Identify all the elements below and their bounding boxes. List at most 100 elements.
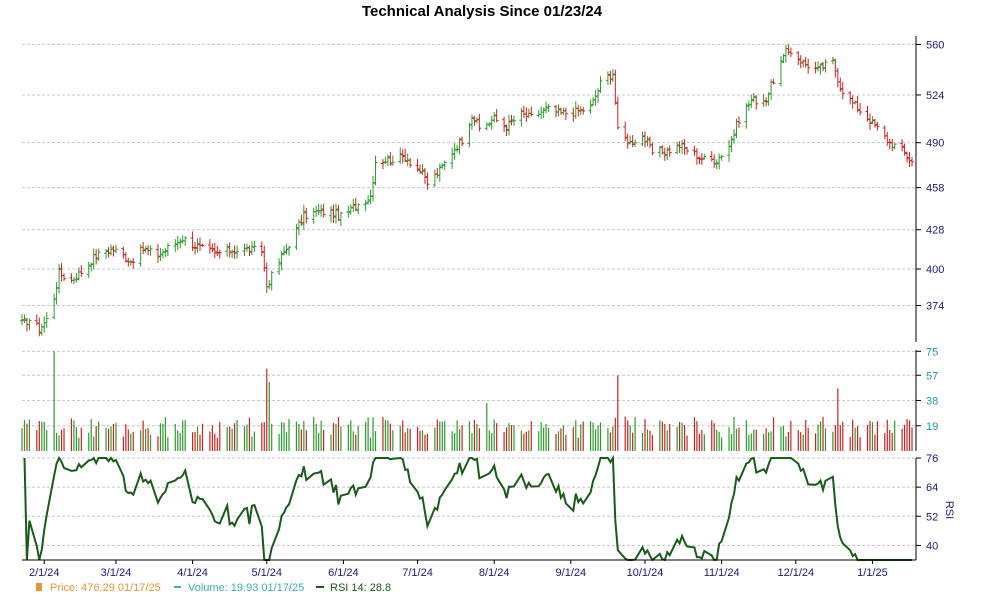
price-bar <box>74 273 79 283</box>
rsi-tick-label: 52 <box>926 511 938 523</box>
rsi-panel: 40 52 64 76 RSI <box>22 453 955 562</box>
price-bar <box>729 136 734 153</box>
x-tick-label: 8/1/24 <box>479 567 510 579</box>
price-bar <box>615 96 620 130</box>
price-bar <box>887 138 892 150</box>
price-bar <box>818 63 823 75</box>
x-tick-label: 5/1/24 <box>251 567 282 579</box>
price-bar <box>71 276 76 285</box>
price-tick-label: 560 <box>926 39 944 51</box>
price-bar <box>588 99 593 115</box>
price-bar <box>42 316 47 333</box>
price-bar <box>890 139 895 152</box>
price-bar <box>823 59 828 73</box>
legend-label: Volume: 19.93 01/17/25 <box>188 582 304 594</box>
price-bar <box>556 104 561 117</box>
price-bar <box>235 245 240 259</box>
price-bar <box>541 107 546 118</box>
price-bar <box>529 106 534 117</box>
price-bar <box>605 71 610 85</box>
price-bar <box>835 67 840 88</box>
x-tick-label: 11/1/24 <box>704 567 740 579</box>
chart-title: Technical Analysis Since 01/23/24 <box>362 3 603 20</box>
price-bar <box>329 206 334 223</box>
price-bar <box>450 147 455 169</box>
price-bar <box>385 154 390 166</box>
price-bar <box>539 106 544 119</box>
price-bar <box>173 239 178 252</box>
price-bar <box>227 242 232 258</box>
price-bar <box>163 248 168 258</box>
price-bar <box>467 122 472 148</box>
price-bar <box>717 153 722 170</box>
price-bar <box>816 61 821 72</box>
price-bar <box>477 113 482 132</box>
legend-label: Price: 476.29 01/17/25 <box>50 582 161 594</box>
price-bar <box>806 58 811 74</box>
price-tick-label: 374 <box>926 301 944 313</box>
price-tick-label: 490 <box>926 138 944 150</box>
price-bar <box>79 265 84 277</box>
price-bar <box>242 243 247 257</box>
price-bar <box>761 94 766 107</box>
price-bar <box>390 155 395 166</box>
price-bar <box>69 273 74 283</box>
price-bar <box>91 248 96 270</box>
price-bar <box>442 160 447 171</box>
price-bar <box>54 281 59 305</box>
price-bar <box>403 148 408 163</box>
price-bar <box>630 135 635 148</box>
price-bar <box>230 249 235 259</box>
price-bar <box>121 246 126 259</box>
price-bar <box>259 241 264 257</box>
legend-item: Price: 476.29 01/17/25 <box>36 582 161 594</box>
price-bar <box>511 115 516 126</box>
price-bar <box>225 243 230 257</box>
price-bar <box>143 246 148 253</box>
price-bar <box>484 122 489 131</box>
price-bar <box>469 114 474 131</box>
price-bar <box>131 257 136 269</box>
price-bar <box>141 241 146 255</box>
price-bar <box>640 131 645 146</box>
price-bar <box>786 44 791 55</box>
price-bar <box>613 69 618 105</box>
price-bar <box>457 137 462 155</box>
price-bar <box>331 204 336 224</box>
rsi-tick-label: 64 <box>926 482 938 494</box>
price-bar <box>195 238 200 253</box>
price-bar <box>571 107 576 122</box>
price-bar <box>311 207 316 224</box>
price-bar <box>435 168 440 179</box>
price-bar <box>766 92 771 106</box>
price-bar <box>380 159 385 170</box>
price-bar <box>348 204 353 215</box>
price-bar <box>840 81 845 99</box>
price-bar <box>351 199 356 212</box>
price-tick-label: 428 <box>926 225 944 237</box>
price-bar <box>113 244 118 254</box>
price-bar <box>148 245 153 256</box>
price-bar <box>858 103 863 116</box>
price-bar <box>316 203 321 216</box>
price-bar <box>821 62 825 72</box>
price-bar <box>301 204 306 230</box>
price-bar <box>910 156 914 167</box>
price-bar <box>692 145 697 157</box>
price-bar <box>783 44 788 63</box>
rsi-axis-label: RSI <box>943 501 955 519</box>
price-bar <box>363 199 368 212</box>
price-bar <box>576 104 581 117</box>
price-bar <box>650 142 655 156</box>
price-bar <box>764 97 769 107</box>
price-bar <box>210 243 215 253</box>
price-bar <box>719 154 724 161</box>
volume-tick-label: 75 <box>926 346 938 358</box>
price-bar <box>44 312 49 328</box>
price-bar <box>304 207 309 224</box>
price-bar <box>838 77 843 92</box>
legend-label: RSI 14: 28.8 <box>330 582 391 594</box>
price-bar <box>109 244 113 256</box>
price-bar <box>682 139 687 155</box>
price-bar <box>353 197 358 211</box>
